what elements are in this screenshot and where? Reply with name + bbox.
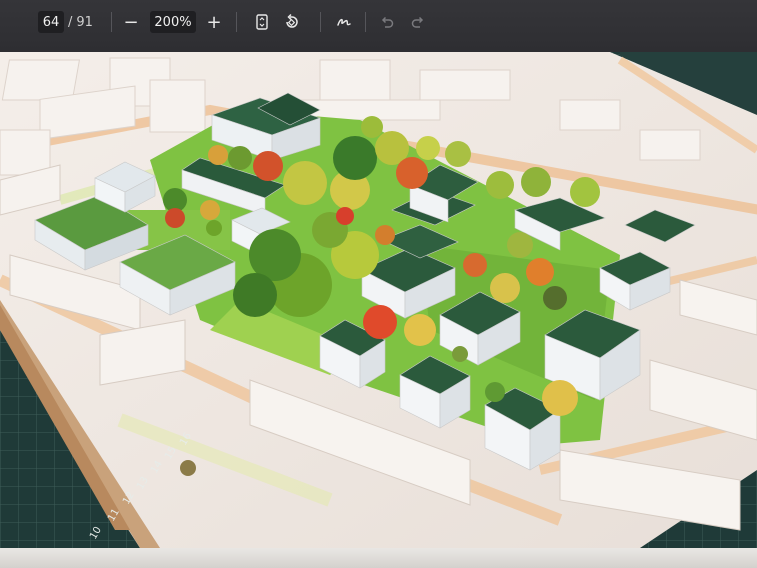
redo-button[interactable] <box>407 11 429 33</box>
zoom-level[interactable]: 200% <box>150 11 196 33</box>
draw-icon <box>337 18 351 26</box>
fit-page-icon <box>256 14 268 30</box>
zoom-out-button[interactable]: − <box>120 11 142 33</box>
total-pages: 91 <box>76 14 93 30</box>
pdf-toolbar: 64 / 91 − 200% + <box>0 0 757 52</box>
model-photo: 10 11 12 13 14 15 16 <box>0 52 757 548</box>
undo-button[interactable] <box>376 11 398 33</box>
toolbar-divider <box>320 12 321 32</box>
zoom-in-button[interactable]: + <box>203 11 225 33</box>
toolbar-divider <box>236 12 237 32</box>
fit-page-button[interactable] <box>251 11 273 33</box>
toolbar-divider <box>111 12 112 32</box>
screen-bottom-edge <box>0 548 757 568</box>
toolbar-divider <box>365 12 366 32</box>
page-separator: / <box>68 14 73 30</box>
current-page-input[interactable]: 64 <box>38 11 64 33</box>
page-count: / 91 <box>66 11 93 33</box>
rotate-icon <box>286 13 298 28</box>
rotate-button[interactable] <box>281 11 303 33</box>
draw-button[interactable] <box>333 11 355 33</box>
redo-icon <box>411 16 424 28</box>
architectural-model-illustration: 10 11 12 13 14 15 16 <box>0 52 757 548</box>
undo-icon <box>381 16 394 28</box>
